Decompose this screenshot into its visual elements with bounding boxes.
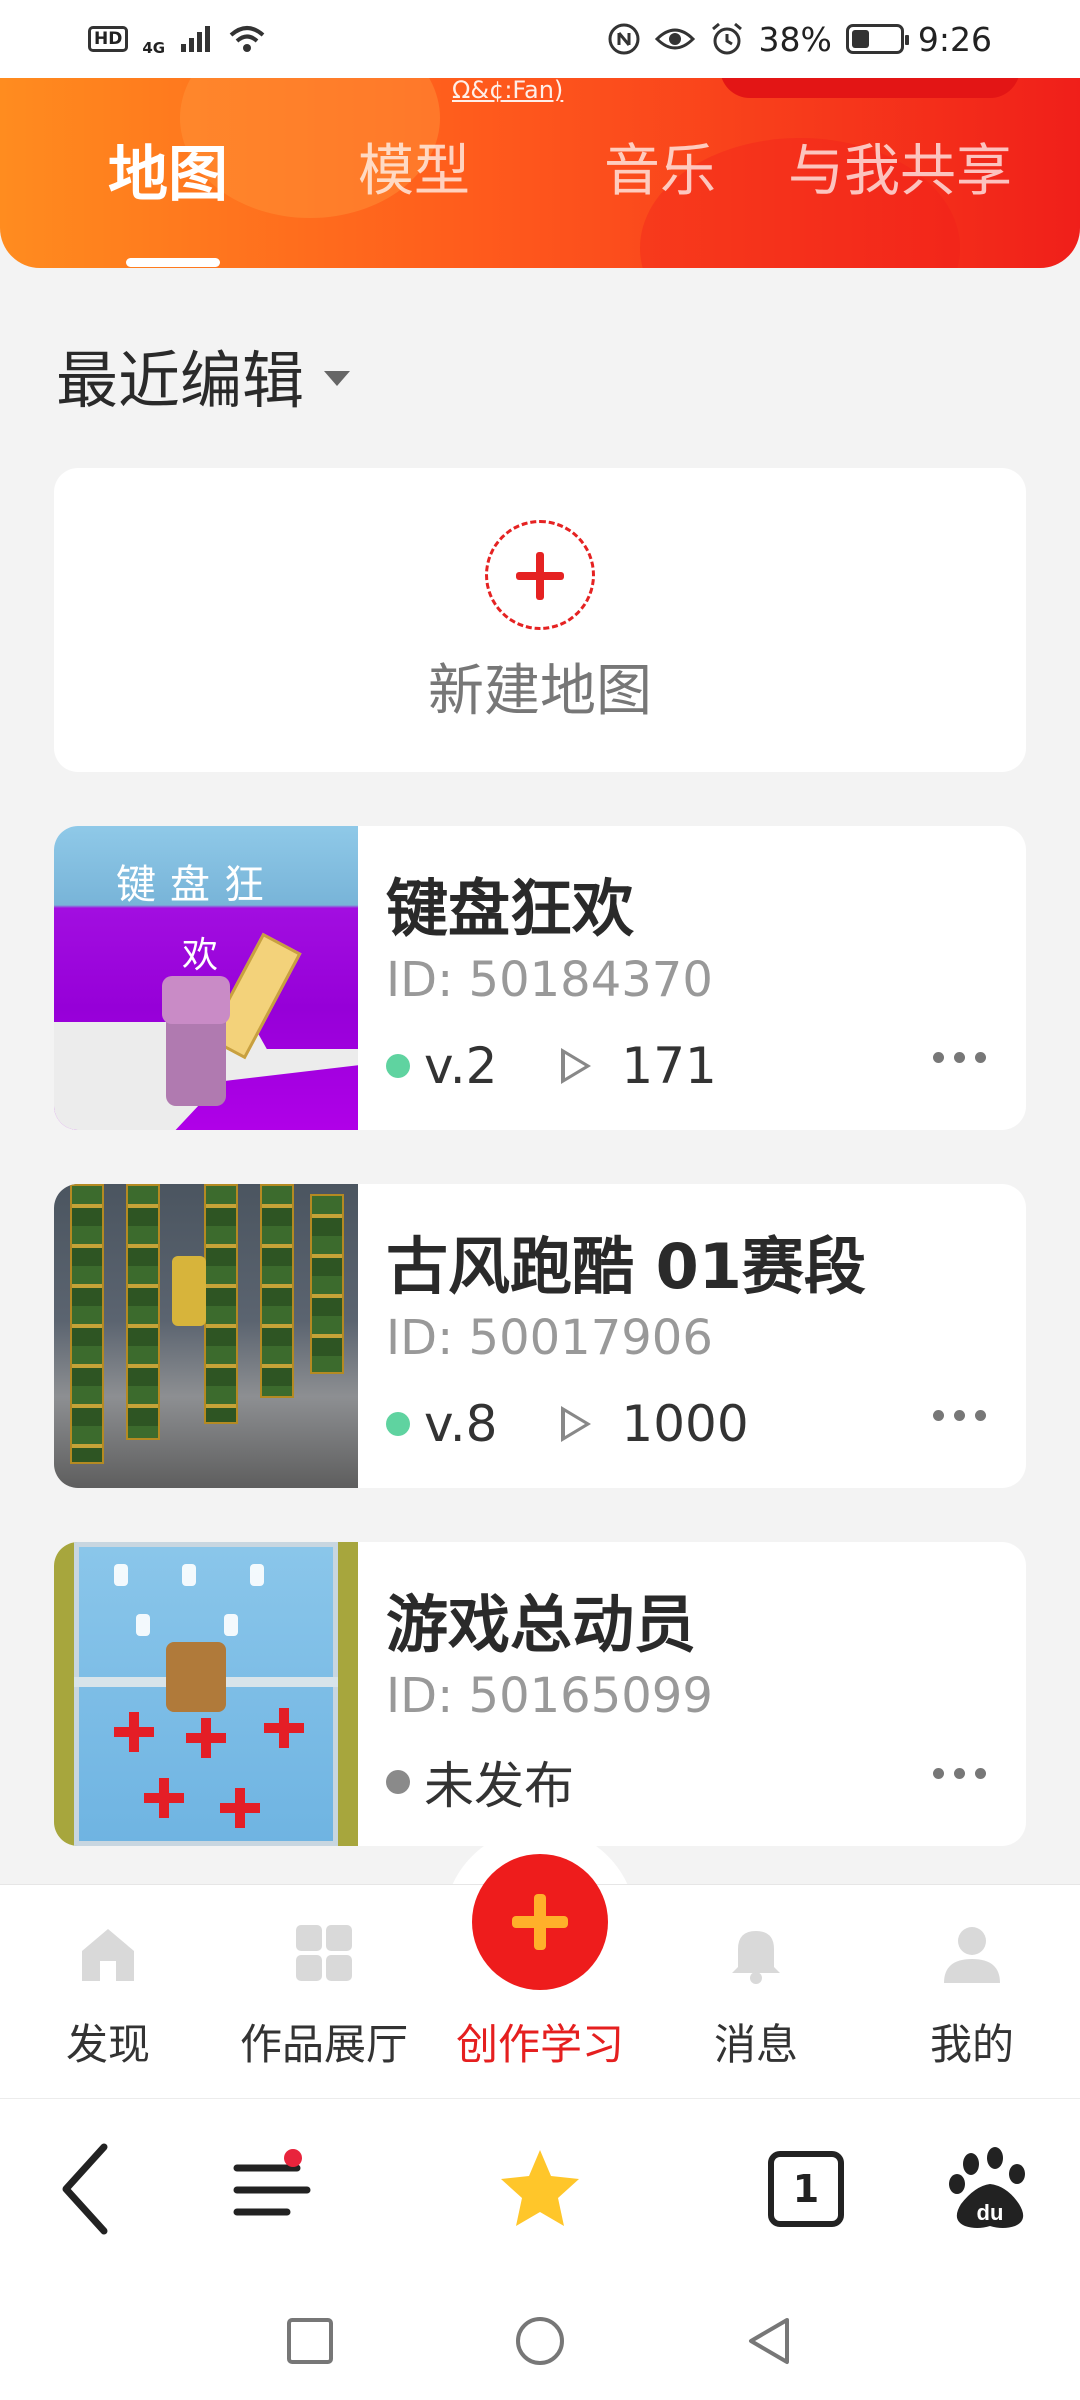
hd-badge: HD bbox=[88, 26, 129, 52]
tab-shared-with-me[interactable]: 与我共享 bbox=[788, 126, 1012, 207]
svg-text:du: du bbox=[977, 2200, 1004, 2225]
bell-icon bbox=[732, 1931, 780, 1984]
status-bar: HD 4G 38% 9:26 bbox=[0, 0, 1080, 78]
unpublished-status-dot bbox=[386, 1770, 410, 1794]
back-triangle-icon[interactable] bbox=[735, 2306, 805, 2376]
wifi-icon bbox=[229, 26, 265, 52]
more-options-icon[interactable] bbox=[933, 1768, 986, 1779]
map-meta: v.2 171 bbox=[386, 1036, 717, 1096]
map-version: v.2 bbox=[424, 1037, 498, 1095]
thumbnail-pillar bbox=[260, 1184, 294, 1398]
new-map-button[interactable]: 新建地图 bbox=[54, 468, 1026, 772]
published-status-dot bbox=[386, 1054, 410, 1078]
tabs-icon: 1 bbox=[768, 2151, 844, 2227]
map-card[interactable]: 古风跑酷 01赛段 ID: 50017906 v.8 1000 bbox=[54, 1184, 1026, 1488]
map-title: 古风跑酷 01赛段 bbox=[386, 1230, 866, 1303]
clock: 9:26 bbox=[917, 19, 992, 59]
sort-dropdown[interactable]: 最近编辑 bbox=[56, 330, 351, 420]
play-count: 1000 bbox=[621, 1395, 749, 1453]
alarm-icon bbox=[711, 22, 742, 55]
tab-map[interactable]: 地图 bbox=[108, 126, 228, 213]
caret-down-icon bbox=[324, 370, 351, 386]
back-icon bbox=[62, 2143, 108, 2235]
thumbnail-character bbox=[166, 1642, 226, 1712]
nav-label: 创作学习 bbox=[455, 2020, 624, 2069]
map-id: ID: 50165099 bbox=[386, 1668, 713, 1724]
recents-square-icon[interactable] bbox=[275, 2306, 345, 2376]
favorite-button[interactable] bbox=[490, 2139, 590, 2239]
unpublished-label: 未发布 bbox=[424, 1757, 574, 1815]
status-right: 38% 9:26 bbox=[607, 20, 992, 59]
play-icon bbox=[561, 1406, 592, 1442]
nav-label: 消息 bbox=[713, 2020, 798, 2069]
map-thumbnail: 键盘狂 欢 bbox=[54, 826, 358, 1130]
browser-toolbar: 1 du bbox=[0, 2098, 1080, 2280]
map-thumbnail bbox=[54, 1542, 358, 1846]
tab-music[interactable]: 音乐 bbox=[604, 126, 716, 207]
published-status-dot bbox=[386, 1412, 410, 1436]
battery-icon bbox=[845, 24, 909, 54]
screen: HD 4G 38% 9:26 Ω&¢:Fan) 地图 模型 音乐 与我共享 最近… bbox=[0, 0, 1080, 2400]
map-meta: v.8 1000 bbox=[386, 1394, 749, 1454]
system-nav-bar bbox=[0, 2280, 1080, 2400]
tab-model[interactable]: 模型 bbox=[358, 126, 470, 207]
map-meta: 未发布 bbox=[386, 1752, 574, 1815]
nav-me[interactable]: 我的 bbox=[864, 1885, 1080, 2099]
active-tab-indicator bbox=[126, 258, 220, 267]
back-button[interactable] bbox=[36, 2139, 136, 2239]
signal-icon bbox=[181, 26, 211, 52]
map-title: 游戏总动员 bbox=[386, 1588, 697, 1661]
nav-label: 发现 bbox=[65, 2020, 150, 2069]
play-count: 171 bbox=[621, 1037, 717, 1095]
map-thumbnail bbox=[54, 1184, 358, 1488]
home-circle-icon[interactable] bbox=[505, 2306, 575, 2376]
header-banner: Ω&¢:Fan) 地图 模型 音乐 与我共享 bbox=[0, 78, 1080, 268]
new-map-label: 新建地图 bbox=[428, 659, 652, 724]
header-cutoff-text: Ω&¢:Fan) bbox=[452, 78, 564, 104]
nfc-icon bbox=[608, 23, 640, 55]
more-options-icon[interactable] bbox=[933, 1410, 986, 1421]
menu-button[interactable] bbox=[222, 2139, 322, 2239]
thumbnail-title-text: 键盘狂 bbox=[116, 862, 278, 908]
more-options-icon[interactable] bbox=[933, 1052, 986, 1063]
battery-percent: 38% bbox=[758, 19, 832, 59]
baidu-icon: du bbox=[949, 2147, 1025, 2228]
baidu-button[interactable]: du bbox=[940, 2139, 1040, 2239]
user-icon bbox=[944, 1927, 1000, 1983]
eye-icon bbox=[654, 28, 695, 50]
map-card[interactable]: 键盘狂 欢 键盘狂欢 ID: 50184370 v.2 171 bbox=[54, 826, 1026, 1130]
map-id: ID: 50184370 bbox=[386, 952, 713, 1008]
thumbnail-pillar bbox=[204, 1184, 238, 1424]
thumbnail-pillar bbox=[126, 1184, 160, 1440]
thumbnail-character bbox=[162, 976, 230, 1106]
star-icon bbox=[501, 2150, 579, 2226]
status-left: HD 4G bbox=[88, 23, 267, 56]
thumbnail-character bbox=[172, 1256, 206, 1326]
map-card[interactable]: 游戏总动员 ID: 50165099 未发布 bbox=[54, 1542, 1026, 1846]
nav-discover[interactable]: 发现 bbox=[0, 1885, 216, 2099]
nav-messages[interactable]: 消息 bbox=[648, 1885, 864, 2099]
grid-icon bbox=[296, 1925, 352, 1981]
home-icon bbox=[82, 1929, 134, 1981]
thumbnail-pillar bbox=[310, 1194, 344, 1374]
map-id: ID: 50017906 bbox=[386, 1310, 713, 1366]
category-tabs: 地图 模型 音乐 与我共享 bbox=[0, 126, 1080, 267]
tabs-button[interactable]: 1 bbox=[756, 2139, 856, 2239]
section-title: 最近编辑 bbox=[56, 344, 305, 417]
nav-label: 作品展厅 bbox=[239, 2020, 408, 2069]
nav-label: 我的 bbox=[929, 2020, 1014, 2069]
play-icon bbox=[561, 1048, 592, 1084]
menu-icon bbox=[233, 2149, 311, 2216]
create-plus-button[interactable] bbox=[472, 1854, 608, 1990]
nav-gallery[interactable]: 作品展厅 bbox=[216, 1885, 432, 2099]
thumbnail-pillar bbox=[70, 1184, 104, 1464]
header-pill bbox=[720, 78, 1020, 98]
map-title: 键盘狂欢 bbox=[386, 872, 635, 945]
thumbnail-title-text: 欢 bbox=[182, 935, 219, 976]
network-type: 4G bbox=[142, 38, 166, 57]
add-circle-icon bbox=[485, 520, 595, 630]
map-version: v.8 bbox=[424, 1395, 498, 1453]
